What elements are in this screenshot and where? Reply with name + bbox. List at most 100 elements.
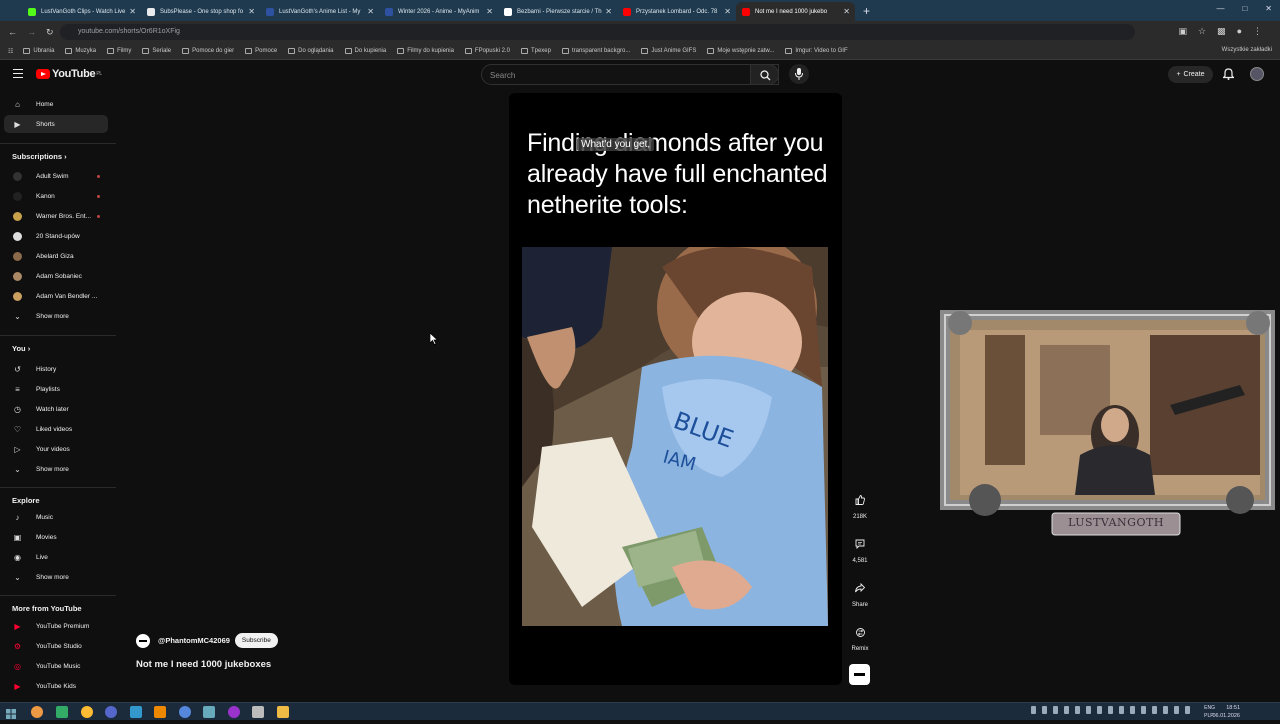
bookmark-item[interactable]: Pomoce bbox=[245, 48, 277, 54]
tab-close-icon[interactable]: ✕ bbox=[486, 7, 493, 16]
tab-close-icon[interactable]: ✕ bbox=[724, 7, 731, 16]
voice-search-button[interactable] bbox=[789, 64, 809, 84]
sidebar-item-live[interactable]: ◉ Live bbox=[4, 548, 108, 566]
bookmark-star-icon[interactable]: ☆ bbox=[1198, 26, 1206, 37]
taskbar-app-icon-5[interactable] bbox=[252, 706, 264, 718]
browser-tab[interactable]: Not me I need 1000 jukebo ✕ bbox=[736, 2, 855, 21]
bookmark-item[interactable]: Imgur: Video to GIF bbox=[785, 48, 848, 54]
vlc-taskbar-icon[interactable] bbox=[154, 706, 166, 718]
sound-avatar[interactable] bbox=[849, 664, 870, 685]
sidebar-item-playlists[interactable]: ≡ Playlists bbox=[4, 380, 108, 398]
browser-menu-icon[interactable]: ⋮ bbox=[1253, 26, 1262, 37]
sidebar-item-music[interactable]: ♪ Music bbox=[4, 508, 108, 526]
browser-tab[interactable]: Winter 2026 - Anime - MyAnim ✕ bbox=[379, 2, 498, 21]
subscription-item[interactable]: 20 Stand-upów bbox=[4, 227, 108, 245]
reload-icon[interactable]: ↻ bbox=[46, 27, 54, 38]
windows-start-icon[interactable] bbox=[6, 706, 18, 719]
search-button[interactable] bbox=[750, 64, 779, 85]
you-heading[interactable]: You › bbox=[12, 344, 30, 353]
chrome-taskbar-icon[interactable] bbox=[31, 706, 43, 718]
bookmark-item[interactable]: Just Anime GIFS bbox=[641, 48, 696, 54]
taskbar-app-icon-1[interactable] bbox=[56, 706, 68, 718]
tab-close-icon[interactable]: ✕ bbox=[843, 7, 850, 16]
browser-tab[interactable]: Bezbarni - Pierwsze starcie / Th ✕ bbox=[498, 2, 617, 21]
browser-tab[interactable]: LustVanGoth Clips - Watch Live ✕ bbox=[22, 2, 141, 21]
taskbar-app-icon-3[interactable] bbox=[130, 706, 142, 718]
share-action[interactable]: Share bbox=[848, 578, 872, 608]
browser-tab[interactable]: SubsPlease - One stop shop fo ✕ bbox=[141, 2, 260, 21]
obs-taskbar-icon[interactable] bbox=[228, 706, 240, 718]
browser-tab[interactable]: Przystanek Lombard - Odc. 78 ✕ bbox=[617, 2, 736, 21]
tab-close-icon[interactable]: ✕ bbox=[367, 7, 374, 16]
channel-avatar[interactable] bbox=[136, 633, 150, 648]
minimize-icon[interactable]: — bbox=[1216, 4, 1224, 13]
sidebar-item-like[interactable]: ♡ Liked videos bbox=[4, 420, 108, 438]
sidebar-item-youtube-music[interactable]: ◎ YouTube Music bbox=[4, 657, 108, 675]
all-bookmarks[interactable]: Wszystkie zakładki bbox=[1222, 47, 1272, 53]
system-tray[interactable] bbox=[1031, 706, 1190, 714]
search-input[interactable]: Search bbox=[481, 64, 779, 85]
menu-icon[interactable] bbox=[13, 69, 23, 78]
tab-close-icon[interactable]: ✕ bbox=[605, 7, 612, 16]
bookmark-item[interactable]: Moje wstępnie zatw... bbox=[707, 48, 774, 54]
channel-name[interactable]: @PhantomMC42069 bbox=[158, 636, 230, 645]
forward-icon[interactable]: → bbox=[27, 27, 36, 37]
bookmark-item[interactable]: Pomoce do gier bbox=[182, 48, 234, 54]
short-video-frame[interactable]: BLUE IAM bbox=[522, 247, 828, 626]
bookmark-item[interactable]: transparent backgro... bbox=[561, 48, 630, 54]
bookmark-item[interactable]: Muzyka bbox=[65, 48, 96, 54]
profile-icon[interactable]: ● bbox=[1237, 26, 1242, 37]
show-more-subscriptions[interactable]: ⌄ Show more bbox=[4, 307, 108, 325]
url-field[interactable]: youtube.com/shorts/Or6R1oXFig bbox=[60, 24, 1135, 40]
subscription-item[interactable]: Kanon bbox=[4, 187, 108, 205]
sidebar-item-shorts[interactable]: ▶ Shorts bbox=[4, 115, 108, 133]
cast-icon[interactable]: ▣ bbox=[1178, 26, 1187, 37]
sidebar-item-home[interactable]: ⌂ Home bbox=[4, 95, 108, 113]
subscription-item[interactable]: Warner Bros. Ent... bbox=[4, 207, 108, 225]
close-window-icon[interactable]: ✕ bbox=[1265, 4, 1272, 13]
bookmark-item[interactable]: Do kupienia bbox=[344, 48, 386, 54]
like-action[interactable]: 218K bbox=[848, 490, 872, 520]
sidebar-item-movies[interactable]: ▣ Movies bbox=[4, 528, 108, 546]
taskbar-clock[interactable]: 18:51 06.01.2026 bbox=[1212, 704, 1240, 720]
show-more-you[interactable]: ⌄ Show more bbox=[4, 460, 108, 478]
comments-action[interactable]: 4,581 bbox=[848, 534, 872, 564]
subscribe-button[interactable]: Subscribe bbox=[234, 633, 278, 648]
bookmark-item[interactable]: Filmy do kupienia bbox=[397, 48, 454, 54]
taskbar-app-icon-2[interactable] bbox=[81, 706, 93, 718]
bookmark-item[interactable]: Ubrania bbox=[23, 48, 54, 54]
explorer-taskbar-icon[interactable] bbox=[277, 706, 289, 718]
shorts-player[interactable]: Finding diamonds after you already have … bbox=[509, 93, 842, 685]
subscription-item[interactable]: Adam Van Bendler ... bbox=[4, 287, 108, 305]
bookmark-item[interactable]: Do oglądania bbox=[288, 48, 334, 54]
short-title[interactable]: Not me I need 1000 jukeboxes bbox=[136, 659, 271, 670]
bookmark-item[interactable]: Seriale bbox=[142, 48, 171, 54]
apps-icon[interactable]: ☷ bbox=[8, 48, 13, 55]
sidebar-item-history[interactable]: ↺ History bbox=[4, 360, 108, 378]
account-avatar[interactable] bbox=[1250, 67, 1264, 81]
extensions-icon[interactable]: ▩ bbox=[1217, 26, 1226, 37]
subscription-item[interactable]: Abelard Giza bbox=[4, 247, 108, 265]
subscription-item[interactable]: Adult Swim bbox=[4, 167, 108, 185]
sidebar-item-youtube-premium[interactable]: ▶ YouTube Premium bbox=[4, 617, 108, 635]
browser-tab[interactable]: LustVanGoth's Anime List - My ✕ bbox=[260, 2, 379, 21]
back-icon[interactable]: ← bbox=[8, 27, 17, 37]
sidebar-item-youtube-studio[interactable]: ⚙ YouTube Studio bbox=[4, 637, 108, 655]
steam-taskbar-icon[interactable] bbox=[203, 706, 215, 718]
remix-action[interactable]: Remix bbox=[848, 622, 872, 652]
maximize-icon[interactable]: □ bbox=[1242, 4, 1247, 13]
tab-close-icon[interactable]: ✕ bbox=[248, 7, 255, 16]
sidebar-item-youtube-kids[interactable]: ▶ YouTube Kids bbox=[4, 677, 108, 695]
subscription-item[interactable]: Adam Sobaniec bbox=[4, 267, 108, 285]
notifications-icon[interactable] bbox=[1223, 68, 1234, 80]
bookmark-item[interactable]: Filmy bbox=[107, 48, 131, 54]
bookmark-item[interactable]: FPopuski 2.0 bbox=[464, 48, 510, 54]
taskbar-app-icon-4[interactable] bbox=[179, 706, 191, 718]
discord-taskbar-icon[interactable] bbox=[105, 706, 117, 718]
subscriptions-heading[interactable]: Subscriptions › bbox=[12, 152, 67, 161]
create-button[interactable]: + Create bbox=[1168, 66, 1213, 83]
sidebar-item-your-videos[interactable]: ▷ Your videos bbox=[4, 440, 108, 458]
new-tab-icon[interactable]: + bbox=[863, 4, 870, 18]
bookmark-item[interactable]: Tpexep bbox=[520, 48, 551, 54]
youtube-logo[interactable]: YouTube PL bbox=[36, 68, 102, 80]
